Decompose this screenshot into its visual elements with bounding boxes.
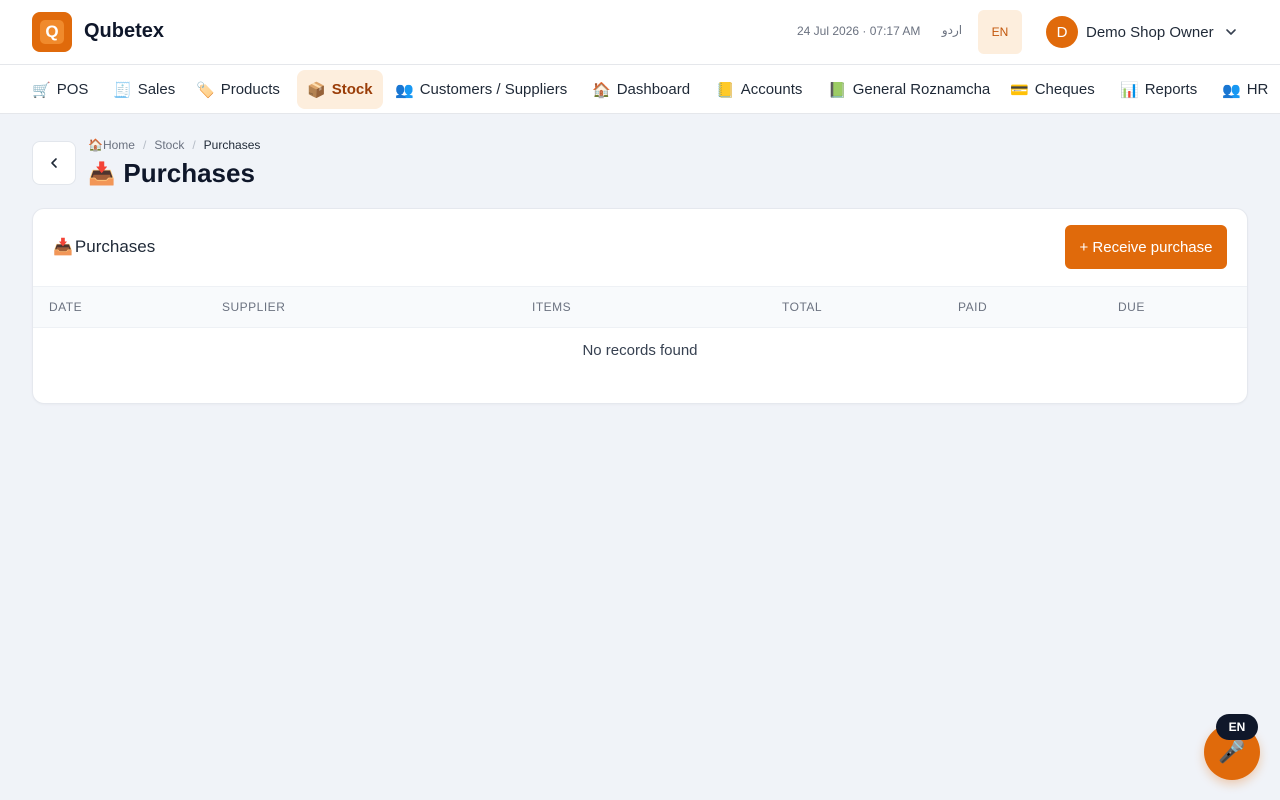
app-logo[interactable]: Q	[32, 12, 72, 52]
breadcrumb-stock[interactable]: Stock	[154, 138, 184, 152]
table-header: DATE SUPPLIER ITEMS TOTAL PAID DUE	[33, 286, 1247, 328]
nav-item-accounts[interactable]: 📒 Accounts	[706, 70, 812, 109]
user-name: Demo Shop Owner	[1086, 23, 1214, 41]
main-nav: 🛒 POS 🧾 Sales 🏷️ Products 📦 Stock 👥 Cust…	[0, 65, 1280, 114]
nav-item-label: Accounts	[740, 81, 803, 98]
breadcrumb-current: Purchases	[203, 138, 261, 152]
breadcrumb: 🏠 Home / Stock / Purchases	[88, 138, 260, 152]
chevron-left-icon	[51, 158, 57, 168]
breadcrumb-separator: /	[142, 138, 147, 152]
column-header-supplier[interactable]: SUPPLIER	[222, 300, 285, 314]
home-icon: 🏠	[88, 138, 103, 152]
package-icon: 📦	[307, 81, 326, 99]
chevron-down-icon	[1225, 29, 1236, 35]
nav-item-reports[interactable]: 📊 Reports	[1110, 70, 1207, 109]
receipt-icon: 🧾	[113, 81, 132, 99]
nav-item-pos[interactable]: 🛒 POS	[22, 70, 98, 109]
breadcrumb-separator: /	[192, 138, 196, 152]
tag-icon: 🏷️	[196, 81, 215, 99]
back-button[interactable]	[32, 141, 76, 185]
page-title-text: Purchases	[123, 158, 255, 188]
column-header-due[interactable]: DUE	[1118, 300, 1145, 314]
user-menu[interactable]: D Demo Shop Owner	[1046, 16, 1238, 48]
nav-item-label: POS	[56, 81, 89, 98]
avatar: D	[1046, 16, 1078, 48]
language-urdu-button[interactable]: اردو	[934, 23, 970, 37]
column-header-date[interactable]: DATE	[49, 300, 82, 314]
card-title-text: Purchases	[74, 237, 156, 256]
nav-item-customers-suppliers[interactable]: 👥 Customers / Suppliers	[385, 70, 577, 109]
nav-item-label: Customers / Suppliers	[419, 81, 568, 98]
breadcrumb-home[interactable]: Home	[103, 138, 135, 152]
column-header-paid[interactable]: PAID	[958, 300, 987, 314]
current-datetime: 24 Jul 2026 · 07:17 AM	[797, 24, 921, 38]
top-header: Q Qubetex 24 Jul 2026 · 07:17 AM اردو EN…	[0, 0, 1280, 65]
people-icon: 👥	[1222, 81, 1241, 99]
app-name: Qubetex	[84, 20, 165, 42]
nav-item-general-roznamcha[interactable]: 📗 General Roznamcha	[818, 70, 1000, 109]
nav-item-sales[interactable]: 🧾 Sales	[103, 70, 185, 109]
voice-language-badge[interactable]: EN	[1216, 714, 1258, 740]
microphone-icon: 🎤	[1218, 739, 1246, 764]
nav-item-label: Products	[220, 81, 280, 98]
people-icon: 👥	[395, 81, 414, 99]
column-header-total[interactable]: TOTAL	[782, 300, 822, 314]
nav-item-cheques[interactable]: 💳 Cheques	[1000, 70, 1105, 109]
green-book-icon: 📗	[828, 81, 847, 99]
page-title: 📥 Purchases	[88, 158, 255, 189]
nav-item-products[interactable]: 🏷️ Products	[186, 70, 290, 109]
nav-item-dashboard[interactable]: 🏠 Dashboard	[582, 70, 700, 109]
nav-item-label: Reports	[1144, 81, 1198, 98]
nav-item-label: Dashboard	[616, 81, 691, 98]
inbox-tray-icon: 📥	[88, 160, 116, 186]
logo-letter: Q	[40, 20, 64, 44]
ledger-icon: 📒	[716, 81, 735, 99]
language-en-button[interactable]: EN	[978, 10, 1022, 54]
nav-item-stock[interactable]: 📦 Stock	[297, 70, 383, 109]
nav-item-label: General Roznamcha	[852, 81, 991, 98]
bar-chart-icon: 📊	[1120, 81, 1139, 99]
inbox-tray-icon: 📥	[53, 239, 73, 256]
nav-item-label: Cheques	[1034, 81, 1095, 98]
nav-item-hr[interactable]: 👥 HR	[1212, 70, 1278, 109]
nav-item-label: Sales	[137, 81, 176, 98]
receive-purchase-button[interactable]: + Receive purchase	[1065, 225, 1227, 269]
column-header-items[interactable]: ITEMS	[532, 300, 571, 314]
credit-card-icon: 💳	[1010, 81, 1029, 99]
card-title: 📥 Purchases	[53, 237, 155, 257]
cart-icon: 🛒	[32, 81, 51, 99]
purchases-card: 📥 Purchases + Receive purchase DATE SUPP…	[32, 208, 1248, 404]
house-icon: 🏠	[592, 81, 611, 99]
nav-item-label: Stock	[331, 81, 373, 98]
empty-state-message: No records found	[582, 342, 698, 359]
nav-item-label: HR	[1246, 81, 1269, 98]
